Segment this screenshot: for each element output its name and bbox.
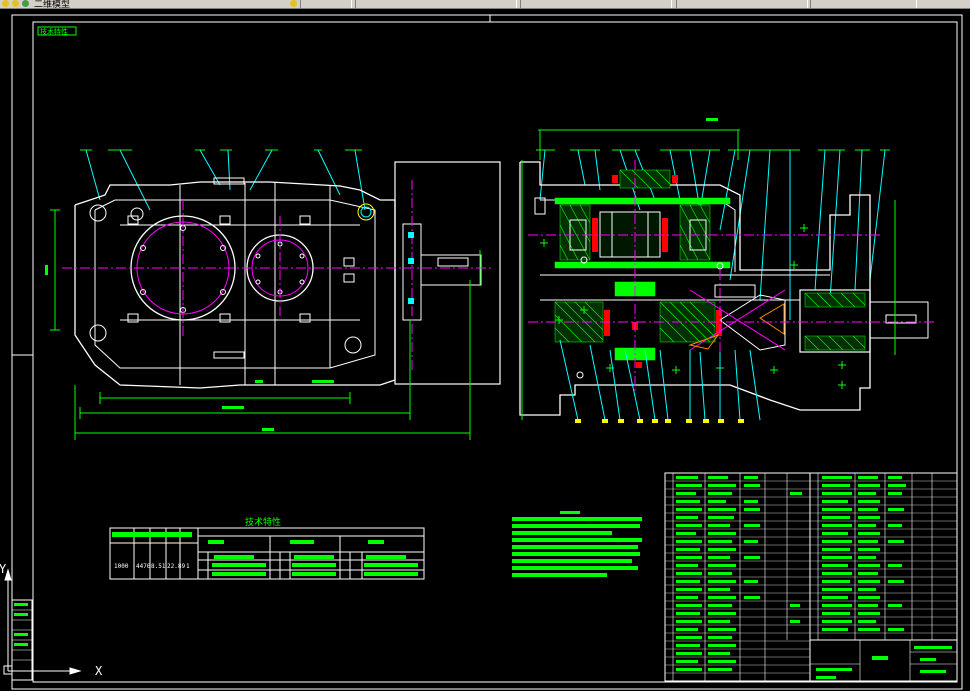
layer-icon[interactable] (290, 0, 297, 7)
left-margin-block (11, 599, 33, 681)
save-file-icon[interactable] (12, 0, 19, 7)
toolbar-dropdown-linetype[interactable] (520, 0, 672, 8)
tech-table: 技术特性 1000 4476 8.51 22.89 1 (109, 516, 425, 580)
tech-value-5: 1 (186, 563, 190, 570)
ucs-icon (3, 568, 82, 675)
left-view[interactable] (45, 149, 501, 440)
bom-cell-text (676, 476, 906, 671)
title-tag-text: 技术特性 (40, 27, 68, 36)
tech-value-3: 8.51 (151, 563, 166, 570)
toolbar-dropdown-lineweight[interactable] (676, 0, 808, 8)
tech-value-2: 4476 (136, 563, 151, 570)
toolbar-dropdown-plotstyle[interactable] (810, 0, 917, 8)
tech-value-1: 1000 (114, 563, 129, 570)
tech-table-title: 技术特性 (245, 516, 281, 528)
tech-requirements (512, 511, 642, 577)
drawing-canvas[interactable]: 技术特性 技术特性 1000 4476 8.51 22.89 1 Y X (0, 9, 970, 691)
open-file-icon[interactable] (2, 0, 9, 7)
right-view[interactable] (519, 118, 935, 423)
cad-toolbar: 二维模型 (0, 0, 970, 10)
print-icon[interactable] (22, 0, 29, 7)
bill-of-materials (664, 472, 958, 682)
ucs-y-label: Y (0, 562, 7, 576)
tech-value-4: 22.89 (167, 563, 185, 570)
toolbar-dropdown-color[interactable] (355, 0, 517, 8)
toolbar-dropdown-layer[interactable] (300, 0, 352, 8)
ucs-x-label: X (95, 664, 103, 678)
